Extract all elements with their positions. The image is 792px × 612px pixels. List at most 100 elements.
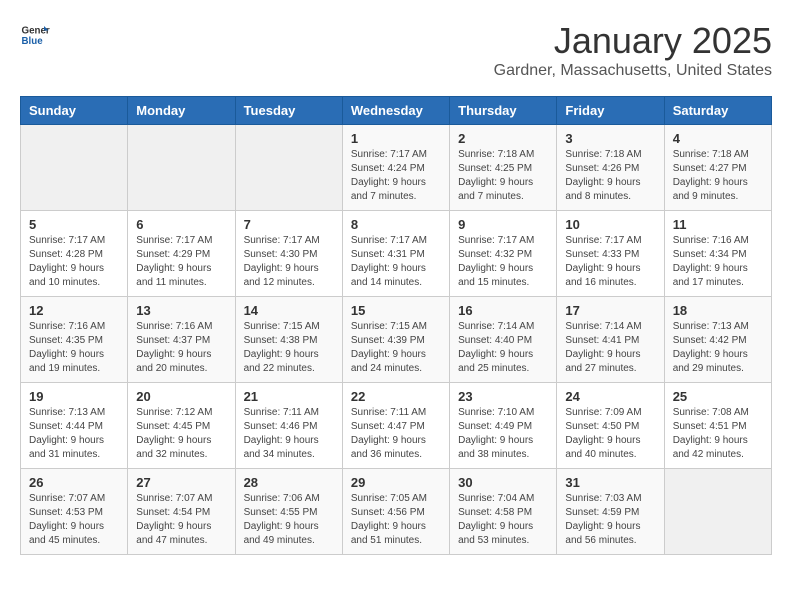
day-number: 8 (351, 217, 441, 232)
day-number: 29 (351, 475, 441, 490)
day-info: Sunrise: 7:15 AM Sunset: 4:39 PM Dayligh… (351, 320, 441, 376)
day-info: Sunrise: 7:17 AM Sunset: 4:31 PM Dayligh… (351, 234, 441, 290)
day-info: Sunrise: 7:16 AM Sunset: 4:37 PM Dayligh… (136, 320, 226, 376)
calendar-table: SundayMondayTuesdayWednesdayThursdayFrid… (20, 96, 772, 555)
day-cell: 12Sunrise: 7:16 AM Sunset: 4:35 PM Dayli… (21, 297, 128, 383)
day-cell: 10 Sunrise: 7:17 AM Sunset: 4:33 PM Dayli… (557, 211, 664, 297)
day-header-monday: Monday (128, 97, 235, 125)
day-cell: 5 Sunrise: 7:17 AM Sunset: 4:28 PM Daylig… (21, 211, 128, 297)
day-number: 7 (244, 217, 334, 232)
day-cell: 1 Sunrise: 7:17 AM Sunset: 4:24 PM Daylig… (342, 125, 449, 211)
day-number: 2 (458, 131, 548, 146)
day-number: 3 (565, 131, 655, 146)
day-cell: 26 Sunrise: 7:07 AM Sunset: 4:53 PM Dayli… (21, 469, 128, 555)
day-number: 13 (136, 303, 226, 318)
day-number: 5 (29, 217, 119, 232)
day-cell: 4Sunrise: 7:18 AM Sunset: 4:27 PM Daylig… (664, 125, 771, 211)
day-cell: 30 Sunrise: 7:04 AM Sunset: 4:58 PM Dayli… (450, 469, 557, 555)
day-number: 27 (136, 475, 226, 490)
day-cell: 7Sunrise: 7:17 AM Sunset: 4:30 PM Daylig… (235, 211, 342, 297)
day-info: Sunrise: 7:07 AM Sunset: 4:53 PM Dayligh… (29, 492, 119, 548)
day-header-thursday: Thursday (450, 97, 557, 125)
title-area: January 2025 Gardner, Massachusetts, Uni… (494, 20, 772, 80)
day-info: Sunrise: 7:17 AM Sunset: 4:29 PM Dayligh… (136, 234, 226, 290)
logo-icon: General Blue (20, 20, 50, 50)
day-cell: 8 Sunrise: 7:17 AM Sunset: 4:31 PM Daylig… (342, 211, 449, 297)
day-header-sunday: Sunday (21, 97, 128, 125)
day-number: 9 (458, 217, 548, 232)
day-number: 20 (136, 389, 226, 404)
week-row-5: 26 Sunrise: 7:07 AM Sunset: 4:53 PM Dayli… (21, 469, 772, 555)
logo: General Blue (20, 20, 50, 50)
day-info: Sunrise: 7:13 AM Sunset: 4:44 PM Dayligh… (29, 406, 119, 462)
day-cell: 23 Sunrise: 7:10 AM Sunset: 4:49 PM Dayli… (450, 383, 557, 469)
day-number: 15 (351, 303, 441, 318)
day-info: Sunrise: 7:15 AM Sunset: 4:38 PM Dayligh… (244, 320, 334, 376)
day-number: 10 (565, 217, 655, 232)
day-info: Sunrise: 7:06 AM Sunset: 4:55 PM Dayligh… (244, 492, 334, 548)
day-number: 4 (673, 131, 763, 146)
day-cell (235, 125, 342, 211)
day-cell (128, 125, 235, 211)
day-info: Sunrise: 7:05 AM Sunset: 4:56 PM Dayligh… (351, 492, 441, 548)
day-number: 30 (458, 475, 548, 490)
day-header-tuesday: Tuesday (235, 97, 342, 125)
day-cell: 6Sunrise: 7:17 AM Sunset: 4:29 PM Daylig… (128, 211, 235, 297)
day-cell: 20Sunrise: 7:12 AM Sunset: 4:45 PM Dayli… (128, 383, 235, 469)
day-cell: 27 Sunrise: 7:07 AM Sunset: 4:54 PM Dayli… (128, 469, 235, 555)
day-info: Sunrise: 7:04 AM Sunset: 4:58 PM Dayligh… (458, 492, 548, 548)
day-info: Sunrise: 7:17 AM Sunset: 4:24 PM Dayligh… (351, 148, 441, 204)
day-cell (21, 125, 128, 211)
day-number: 14 (244, 303, 334, 318)
day-number: 23 (458, 389, 548, 404)
day-info: Sunrise: 7:11 AM Sunset: 4:46 PM Dayligh… (244, 406, 334, 462)
day-number: 19 (29, 389, 119, 404)
day-number: 26 (29, 475, 119, 490)
day-info: Sunrise: 7:10 AM Sunset: 4:49 PM Dayligh… (458, 406, 548, 462)
week-row-3: 12Sunrise: 7:16 AM Sunset: 4:35 PM Dayli… (21, 297, 772, 383)
day-number: 16 (458, 303, 548, 318)
location-title: Gardner, Massachusetts, United States (494, 62, 772, 80)
day-header-friday: Friday (557, 97, 664, 125)
day-cell: 2Sunrise: 7:18 AM Sunset: 4:25 PM Daylig… (450, 125, 557, 211)
week-row-1: 1 Sunrise: 7:17 AM Sunset: 4:24 PM Daylig… (21, 125, 772, 211)
day-info: Sunrise: 7:11 AM Sunset: 4:47 PM Dayligh… (351, 406, 441, 462)
day-cell: 18 Sunrise: 7:13 AM Sunset: 4:42 PM Dayli… (664, 297, 771, 383)
day-number: 18 (673, 303, 763, 318)
day-number: 31 (565, 475, 655, 490)
day-number: 21 (244, 389, 334, 404)
day-number: 25 (673, 389, 763, 404)
day-number: 17 (565, 303, 655, 318)
header-row: SundayMondayTuesdayWednesdayThursdayFrid… (21, 97, 772, 125)
day-cell: 29 Sunrise: 7:05 AM Sunset: 4:56 PM Dayli… (342, 469, 449, 555)
day-cell: 3 Sunrise: 7:18 AM Sunset: 4:26 PM Daylig… (557, 125, 664, 211)
day-info: Sunrise: 7:17 AM Sunset: 4:32 PM Dayligh… (458, 234, 548, 290)
day-cell: 21 Sunrise: 7:11 AM Sunset: 4:46 PM Dayli… (235, 383, 342, 469)
day-info: Sunrise: 7:16 AM Sunset: 4:34 PM Dayligh… (673, 234, 763, 290)
day-header-wednesday: Wednesday (342, 97, 449, 125)
day-header-saturday: Saturday (664, 97, 771, 125)
day-info: Sunrise: 7:16 AM Sunset: 4:35 PM Dayligh… (29, 320, 119, 376)
day-cell: 17 Sunrise: 7:14 AM Sunset: 4:41 PM Dayli… (557, 297, 664, 383)
day-cell: 9 Sunrise: 7:17 AM Sunset: 4:32 PM Daylig… (450, 211, 557, 297)
day-number: 1 (351, 131, 441, 146)
day-info: Sunrise: 7:17 AM Sunset: 4:33 PM Dayligh… (565, 234, 655, 290)
day-info: Sunrise: 7:14 AM Sunset: 4:41 PM Dayligh… (565, 320, 655, 376)
day-info: Sunrise: 7:18 AM Sunset: 4:26 PM Dayligh… (565, 148, 655, 204)
day-cell: 24Sunrise: 7:09 AM Sunset: 4:50 PM Dayli… (557, 383, 664, 469)
day-info: Sunrise: 7:13 AM Sunset: 4:42 PM Dayligh… (673, 320, 763, 376)
day-info: Sunrise: 7:17 AM Sunset: 4:28 PM Dayligh… (29, 234, 119, 290)
day-cell: 31Sunrise: 7:03 AM Sunset: 4:59 PM Dayli… (557, 469, 664, 555)
day-info: Sunrise: 7:09 AM Sunset: 4:50 PM Dayligh… (565, 406, 655, 462)
week-row-4: 19 Sunrise: 7:13 AM Sunset: 4:44 PM Dayli… (21, 383, 772, 469)
day-cell: 11 Sunrise: 7:16 AM Sunset: 4:34 PM Dayli… (664, 211, 771, 297)
day-info: Sunrise: 7:07 AM Sunset: 4:54 PM Dayligh… (136, 492, 226, 548)
svg-text:General: General (22, 26, 51, 37)
day-cell: 22 Sunrise: 7:11 AM Sunset: 4:47 PM Dayli… (342, 383, 449, 469)
day-cell: 14 Sunrise: 7:15 AM Sunset: 4:38 PM Dayli… (235, 297, 342, 383)
day-number: 22 (351, 389, 441, 404)
day-number: 28 (244, 475, 334, 490)
week-row-2: 5 Sunrise: 7:17 AM Sunset: 4:28 PM Daylig… (21, 211, 772, 297)
day-number: 11 (673, 217, 763, 232)
day-cell: 28 Sunrise: 7:06 AM Sunset: 4:55 PM Dayli… (235, 469, 342, 555)
